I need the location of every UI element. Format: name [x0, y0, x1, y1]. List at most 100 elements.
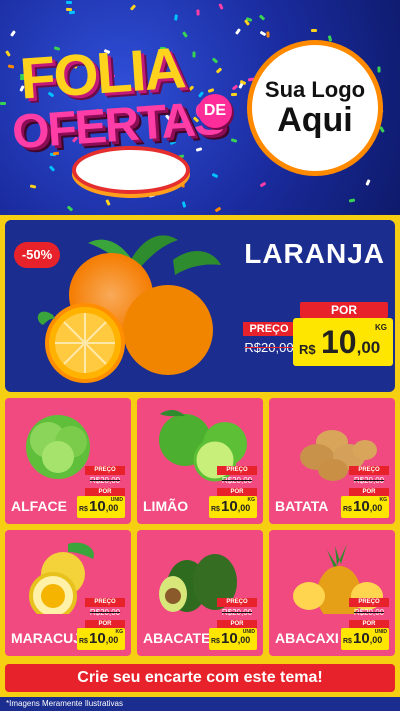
product-name: ABACATE [143, 630, 211, 646]
new-price-box: R$ 10,00 KG [293, 318, 393, 366]
price-cents: ,00 [105, 503, 119, 513]
folia-de-ofertas-title: FOLIA OFERTAS DE [10, 34, 242, 194]
currency-symbol: R$ [211, 638, 220, 645]
product-name: ABACAXI [275, 630, 339, 646]
preco-label: PREÇO [85, 466, 125, 475]
price-tag: PREÇO R$20,00 POR R$ 10,00 UNID [77, 466, 125, 518]
confetti-piece [218, 3, 225, 10]
currency-symbol: R$ [299, 342, 316, 357]
new-price-box: R$ 10,00 UNID [77, 496, 125, 518]
unit-label: KG [247, 497, 256, 503]
confetti-piece [266, 31, 270, 38]
product-name: ALFACE [11, 498, 67, 514]
unit-label: KG [379, 497, 388, 503]
confetti-piece [30, 184, 37, 189]
product-name: LIMÃO [143, 498, 189, 514]
currency-symbol: R$ [79, 506, 88, 513]
old-price: R$20,00 [221, 476, 253, 485]
featured-product-card[interactable]: -50% LARANJA POR PREÇO R$20,00 R$ 10,00 … [5, 220, 395, 392]
preco-label: PREÇO [349, 598, 389, 607]
por-label: POR [217, 620, 257, 628]
currency-symbol: R$ [343, 638, 352, 645]
price-integer: 10 [89, 498, 106, 515]
confetti-piece [130, 4, 137, 11]
confetti-piece [0, 102, 7, 106]
confetti-piece [258, 14, 266, 21]
product-card[interactable]: LIMÃO PREÇO R$20,00 POR R$ 10,00 KG [137, 398, 263, 524]
title-de-badge: DE [198, 94, 232, 128]
por-label: POR [300, 302, 388, 318]
disclaimer-text: *Imagens Meramente Ilustrativas [0, 697, 400, 711]
price-value: 10,00 [89, 630, 118, 647]
unit-label: KG [375, 323, 387, 332]
header-banner: FOLIA OFERTAS DE Sua Logo Aqui [0, 0, 400, 215]
confetti-piece [66, 7, 73, 11]
currency-symbol: R$ [79, 638, 88, 645]
logo-line1: Sua Logo [264, 77, 366, 103]
confetti-piece [259, 31, 266, 37]
unit-label: UNID [242, 629, 255, 635]
price-integer: 10 [221, 630, 238, 647]
price-tag: PREÇO R$20,00 POR R$ 10,00 UNID [341, 598, 389, 650]
confetti-piece [105, 198, 111, 206]
por-label: POR [85, 488, 125, 496]
confetti-piece [5, 49, 12, 57]
new-price-box: R$ 10,00 UNID [209, 628, 257, 650]
price-integer: 10 [353, 630, 370, 647]
old-price: R$20,00 [221, 608, 253, 617]
logo-placeholder: Sua Logo Aqui [247, 40, 383, 176]
por-label: POR [349, 488, 389, 496]
logo-line2: Aqui [277, 101, 353, 140]
confetti-piece [65, 0, 72, 4]
old-price: R$20,00 [244, 340, 294, 355]
featured-price-tag: POR PREÇO R$20,00 R$ 10,00 KG [243, 302, 393, 370]
old-price: R$20,00 [353, 476, 385, 485]
old-price: R$20,00 [89, 608, 121, 617]
currency-symbol: R$ [211, 506, 220, 513]
new-price-box: R$ 10,00 KG [77, 628, 125, 650]
product-card[interactable]: BATATA PREÇO R$20,00 POR R$ 10,00 KG [269, 398, 395, 524]
confetti-piece [181, 201, 186, 208]
old-price: R$20,00 [89, 476, 121, 485]
price-tag: PREÇO R$20,00 POR R$ 10,00 UNID [209, 598, 257, 650]
confetti-piece [377, 66, 381, 73]
price-value: 10,00 [353, 498, 382, 515]
product-card[interactable]: ALFACE PREÇO R$20,00 POR R$ 10,00 UNID [5, 398, 131, 524]
preco-label: PREÇO [85, 598, 125, 607]
price-cents: ,00 [369, 503, 383, 513]
confetti-piece [195, 9, 200, 16]
por-label: POR [85, 620, 125, 628]
product-card[interactable]: ABACATE PREÇO R$20,00 POR R$ 10,00 UNID [137, 530, 263, 656]
new-price-box: R$ 10,00 UNID [341, 628, 389, 650]
price-cents: ,00 [105, 635, 119, 645]
unit-label: UNID [374, 629, 387, 635]
unit-label: UNID [110, 497, 123, 503]
price-integer: 10 [221, 498, 238, 515]
preco-label: PREÇO [217, 598, 257, 607]
cta-banner[interactable]: Crie seu encarte com este tema! [5, 664, 395, 692]
price-value: 10,00 [321, 324, 380, 361]
unit-label: KG [115, 629, 124, 635]
product-name: BATATA [275, 498, 329, 514]
orange-image [37, 235, 221, 383]
price-cents: ,00 [237, 635, 251, 645]
confetti-piece [174, 14, 179, 21]
price-tag: PREÇO R$20,00 POR R$ 10,00 KG [209, 466, 257, 518]
confetti-piece [311, 28, 318, 32]
preco-label: PREÇO [217, 466, 257, 475]
price-tag: PREÇO R$20,00 POR R$ 10,00 KG [77, 598, 125, 650]
old-price: R$20,00 [353, 608, 385, 617]
new-price-box: R$ 10,00 KG [209, 496, 257, 518]
price-cents: ,00 [237, 503, 251, 513]
featured-product-name: LARANJA [244, 238, 385, 269]
price-tag: PREÇO R$20,00 POR R$ 10,00 KG [341, 466, 389, 518]
price-integer: 10 [321, 324, 357, 360]
confetti-piece [214, 206, 222, 213]
product-card[interactable]: MARACUJÁ PREÇO R$20,00 POR R$ 10,00 KG [5, 530, 131, 656]
product-card[interactable]: ABACAXI PREÇO R$20,00 POR R$ 10,00 UNID [269, 530, 395, 656]
currency-symbol: R$ [343, 506, 352, 513]
confetti-piece [148, 193, 156, 198]
preco-label: PREÇO [243, 322, 295, 336]
price-cents: ,00 [369, 635, 383, 645]
new-price-box: R$ 10,00 KG [341, 496, 389, 518]
